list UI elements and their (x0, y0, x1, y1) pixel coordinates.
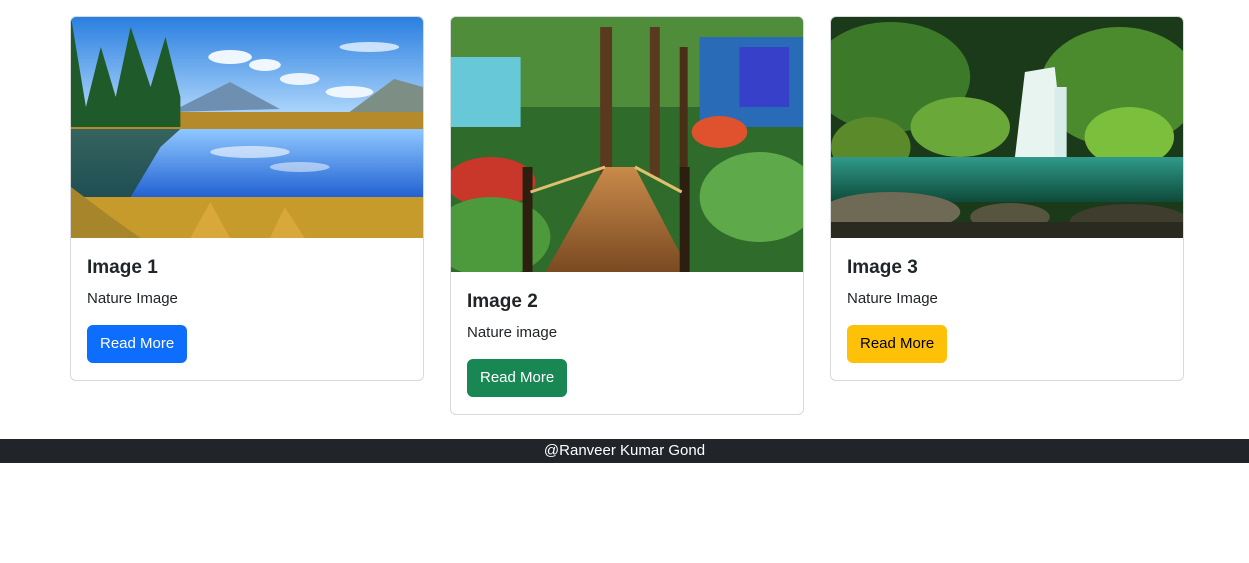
footer: @Ranveer Kumar Gond (0, 439, 1249, 463)
cards-row: Image 1 Nature Image Read More Image 2 N… (0, 0, 1249, 430)
mountain-lake-image (71, 17, 423, 238)
card-text: Nature image (467, 324, 558, 341)
footer-credit: @Ranveer Kumar Gond (543, 442, 706, 459)
card-title: Image 2 (467, 291, 538, 312)
forest-bridge-image (451, 17, 803, 272)
read-more-button[interactable]: Read More (847, 325, 948, 363)
read-more-button[interactable]: Read More (87, 325, 188, 363)
card-title: Image 3 (847, 257, 918, 278)
card-body: Image 2 Nature image Read More (451, 272, 803, 413)
read-more-button[interactable]: Read More (467, 359, 568, 397)
card-image-1: Image 1 Nature Image Read More (70, 16, 424, 381)
waterfall-image (831, 17, 1183, 238)
card-title: Image 1 (87, 257, 158, 278)
card-body: Image 3 Nature Image Read More (831, 238, 1183, 379)
card-image-3: Image 3 Nature Image Read More (830, 16, 1184, 381)
card-text: Nature Image (87, 290, 178, 307)
card-image-2: Image 2 Nature image Read More (450, 16, 804, 415)
card-text: Nature Image (847, 290, 938, 307)
card-body: Image 1 Nature Image Read More (71, 238, 423, 379)
